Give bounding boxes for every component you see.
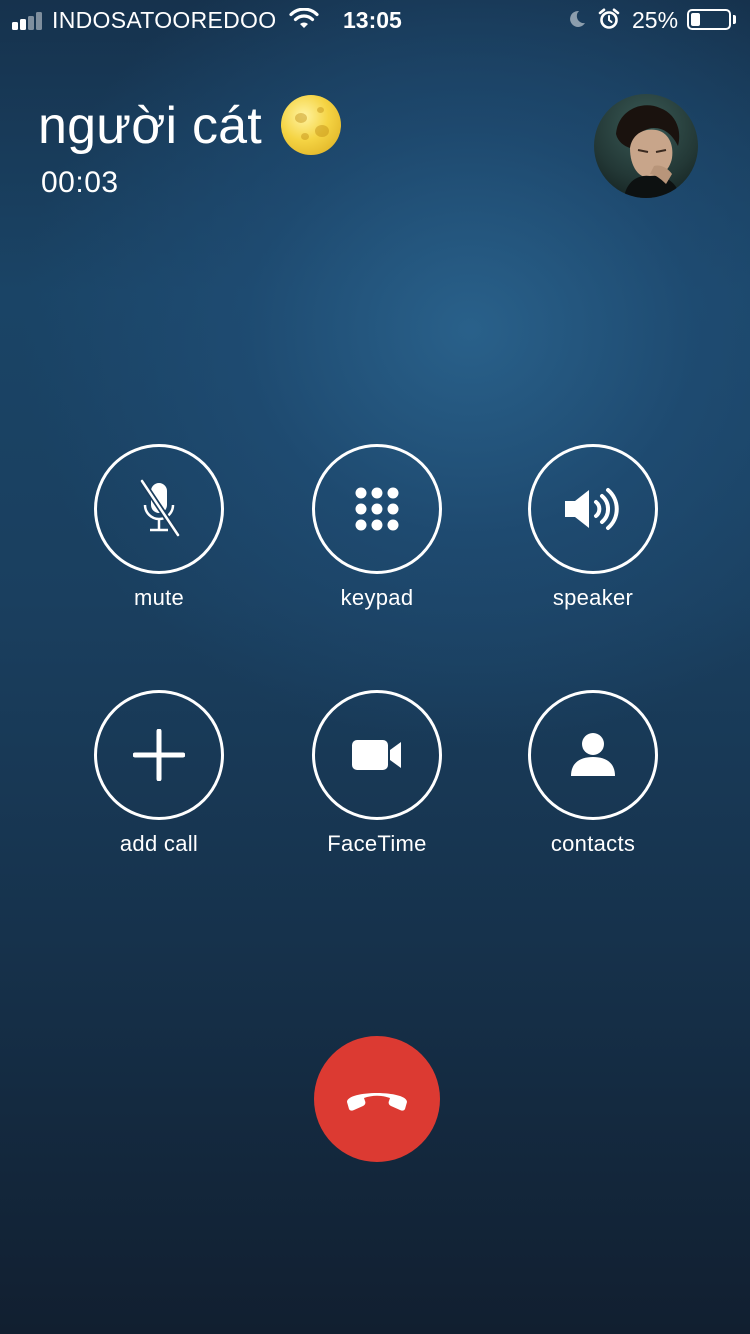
wifi-icon: [289, 7, 319, 35]
add-call-button[interactable]: [94, 690, 224, 820]
keypad-grid-icon: [355, 487, 399, 531]
alarm-icon: [598, 8, 620, 35]
signal-icon: [12, 12, 46, 30]
battery-icon: [687, 9, 731, 30]
full-moon-emoji: [281, 95, 341, 155]
carrier-name: INDOSATOOREDOO: [52, 7, 277, 33]
speaker-label: speaker: [552, 585, 634, 610]
status-time: 13:05: [343, 7, 402, 33]
contacts-label: contacts: [550, 831, 636, 856]
keypad-label: keypad: [340, 585, 414, 610]
battery-cap: [733, 15, 736, 24]
keypad-button[interactable]: [312, 444, 442, 574]
battery-percent: 25%: [632, 7, 679, 33]
hang-up-icon: [347, 1093, 407, 1111]
add-call-label: add call: [119, 831, 199, 856]
video-camera-icon: [352, 740, 401, 770]
do-not-disturb-moon-icon: [567, 9, 587, 34]
mute-button[interactable]: [94, 444, 224, 574]
mute-label: mute: [133, 585, 185, 610]
call-duration: 00:03: [41, 166, 119, 199]
end-call-button[interactable]: [314, 1036, 440, 1162]
battery-level-fill: [691, 13, 700, 26]
facetime-label: FaceTime: [327, 831, 427, 856]
caller-avatar: [594, 94, 698, 198]
facetime-button[interactable]: [312, 690, 442, 820]
status-bar: INDOSATOOREDOO 13:05 25%: [0, 0, 750, 40]
speaker-icon: [565, 488, 619, 530]
person-icon: [571, 733, 615, 776]
caller-name: người cát: [38, 97, 262, 155]
speaker-button[interactable]: [528, 444, 658, 574]
mic-muted-icon: [139, 479, 181, 537]
contacts-button[interactable]: [528, 690, 658, 820]
plus-icon: [133, 729, 185, 781]
